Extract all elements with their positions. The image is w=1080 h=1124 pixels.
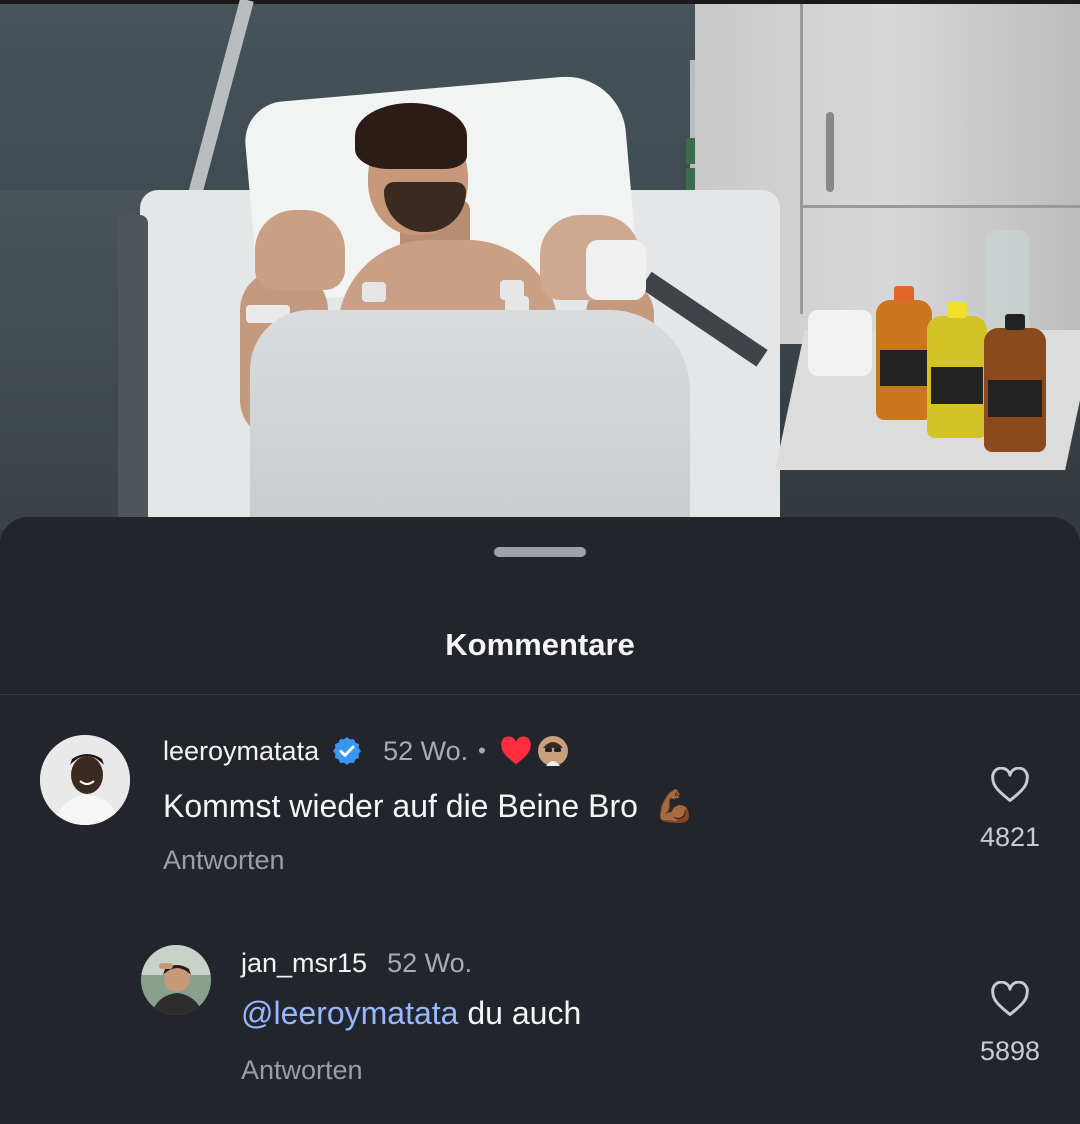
heart-outline-icon[interactable] bbox=[990, 980, 1030, 1017]
avatar[interactable] bbox=[40, 735, 130, 825]
comment-time: 52 Wo. bbox=[387, 947, 473, 978]
avatar-image bbox=[141, 945, 211, 1015]
like-control: 5898 bbox=[960, 980, 1060, 1067]
heart-outline-icon[interactable] bbox=[990, 766, 1030, 803]
mention-link[interactable]: @leeroymatata bbox=[241, 995, 458, 1031]
comment-username[interactable]: jan_msr15 bbox=[241, 948, 367, 979]
creator-avatar-icon bbox=[537, 736, 568, 766]
avatar-image bbox=[40, 735, 130, 825]
comment-item: leeroymatata 52 Wo. • Kommst wieder auf … bbox=[0, 735, 1080, 895]
post-photo bbox=[0, 0, 1080, 540]
bed-rail bbox=[118, 215, 148, 525]
comment-header: leeroymatata 52 Wo. • bbox=[163, 730, 568, 772]
cabinet-seam bbox=[800, 4, 803, 314]
heart-icon bbox=[501, 736, 531, 765]
comment-header: jan_msr15 52 Wo. bbox=[241, 945, 472, 981]
verified-badge-icon bbox=[333, 737, 362, 765]
like-count: 5898 bbox=[979, 1036, 1041, 1066]
comment-text: Kommst wieder auf die Beine Bro 💪🏾 bbox=[163, 787, 695, 825]
avatar[interactable] bbox=[141, 945, 211, 1015]
cabinet-handle bbox=[826, 112, 834, 192]
person-hair bbox=[355, 103, 467, 169]
drink-bottle bbox=[927, 302, 987, 438]
like-control: 4821 bbox=[960, 766, 1060, 853]
hand-bandage bbox=[586, 240, 646, 300]
blanket bbox=[250, 310, 690, 540]
separator-dot: • bbox=[478, 738, 486, 763]
flexed-biceps-emoji: 💪🏾 bbox=[654, 788, 695, 824]
toilet-paper-roll bbox=[808, 310, 872, 376]
divider bbox=[0, 694, 1080, 695]
comments-sheet: Kommentare leeroymatata 52 Wo. • Kommst … bbox=[0, 517, 1080, 1124]
drink-bottle bbox=[984, 314, 1046, 452]
comment-username[interactable]: leeroymatata bbox=[163, 736, 319, 767]
drag-handle[interactable] bbox=[494, 547, 586, 557]
comment-time: 52 Wo. bbox=[383, 735, 469, 766]
person-hand-peace-sign bbox=[255, 210, 345, 290]
cabinet-seam bbox=[800, 205, 1080, 208]
comment-item: jan_msr15 52 Wo. @leeroymatata du auch A… bbox=[0, 945, 1080, 1105]
comment-text-body: du auch bbox=[458, 995, 582, 1031]
like-count: 4821 bbox=[979, 822, 1041, 852]
reply-button[interactable]: Antworten bbox=[163, 845, 285, 876]
sheet-title: Kommentare bbox=[445, 627, 635, 662]
reply-button[interactable]: Antworten bbox=[241, 1055, 363, 1086]
drink-bottle bbox=[876, 286, 932, 420]
comment-text-body: Kommst wieder auf die Beine Bro bbox=[163, 788, 638, 824]
comment-text: @leeroymatata du auch bbox=[241, 995, 581, 1032]
ecg-electrode bbox=[362, 282, 386, 302]
